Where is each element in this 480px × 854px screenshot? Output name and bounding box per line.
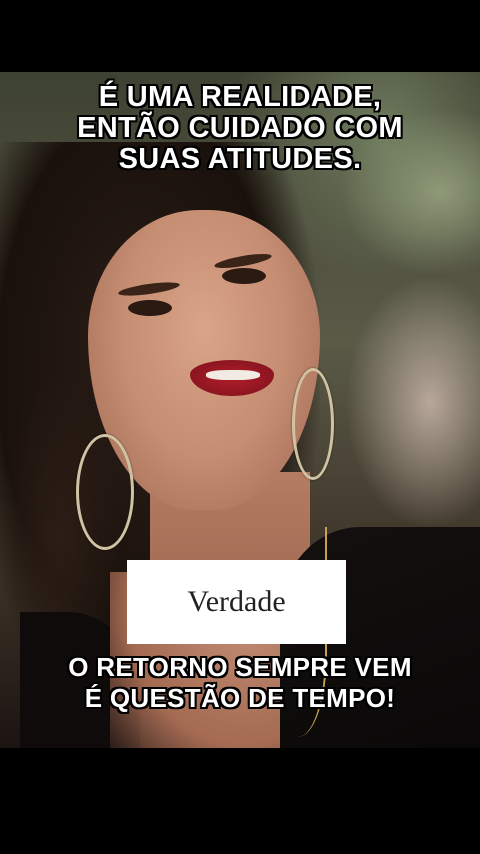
right-eye bbox=[222, 268, 266, 284]
label-text: Verdade bbox=[187, 585, 286, 618]
bottom-caption-line-1: O RETORNO SEMPRE VEM bbox=[68, 652, 412, 682]
teeth bbox=[206, 370, 260, 380]
right-hoop-earring bbox=[292, 368, 334, 480]
top-caption-line-1: É UMA REALIDADE, bbox=[98, 81, 382, 113]
top-caption: É UMA REALIDADE, ENTÃO CUIDADO COM SUAS … bbox=[0, 82, 480, 175]
top-caption-line-3: SUAS ATITUDES. bbox=[118, 143, 362, 175]
left-eye bbox=[128, 300, 172, 316]
top-caption-line-2: ENTÃO CUIDADO COM bbox=[77, 112, 403, 144]
label-box: Verdade bbox=[127, 560, 346, 644]
bottom-caption-line-2: É QUESTÃO DE TEMPO! bbox=[84, 683, 396, 713]
left-hoop-earring bbox=[76, 434, 134, 550]
bottom-caption: O RETORNO SEMPRE VEM É QUESTÃO DE TEMPO! bbox=[0, 652, 480, 714]
